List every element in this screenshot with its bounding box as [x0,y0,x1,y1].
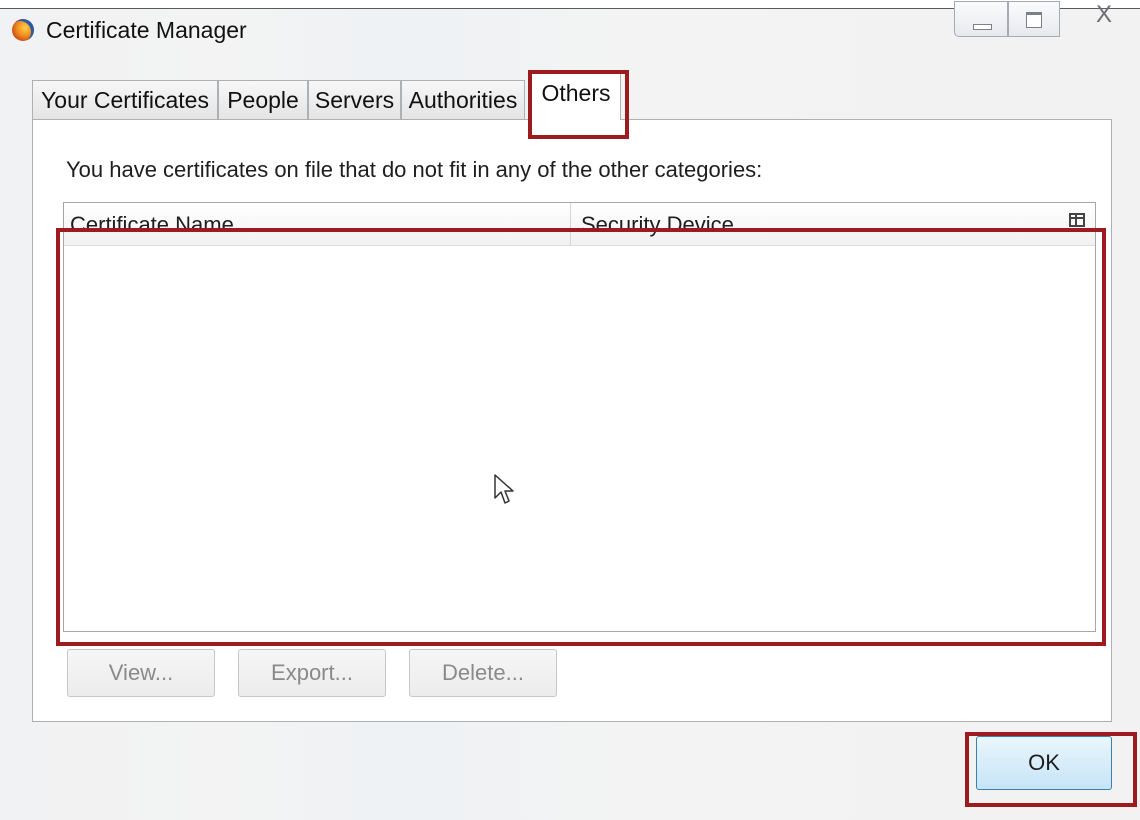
tab-others[interactable]: Others [531,72,621,120]
window-title: Certificate Manager [46,17,247,43]
tab-your-certificates[interactable]: Your Certificates [32,80,218,120]
firefox-icon [12,19,34,41]
delete-button[interactable]: Delete... [409,649,557,697]
title-bar[interactable]: Certificate Manager X [0,1,1140,53]
minimize-button[interactable] [954,1,1008,37]
column-security-device[interactable]: Security Device [571,203,1051,245]
certificate-list[interactable]: Certificate Name Security Device [63,202,1096,632]
tab-people[interactable]: People [218,80,308,120]
tab-authorities[interactable]: Authorities [401,80,525,120]
view-button[interactable]: View... [67,649,215,697]
mouse-cursor-icon [494,474,514,504]
maximize-button[interactable] [1008,1,1060,37]
column-certificate-name[interactable]: Certificate Name [64,203,571,245]
panel-description: You have certificates on file that do no… [66,157,763,182]
close-icon: X [1096,1,1113,28]
certificate-list-header: Certificate Name Security Device [64,203,1095,246]
others-tab-panel: You have certificates on file that do no… [32,119,1112,722]
close-button[interactable]: X [1060,1,1140,37]
export-button[interactable]: Export... [238,649,386,697]
column-picker-icon[interactable] [1069,213,1085,227]
tab-servers[interactable]: Servers [308,80,401,120]
certificate-list-body[interactable] [64,246,1095,631]
ok-button[interactable]: OK [976,736,1112,790]
